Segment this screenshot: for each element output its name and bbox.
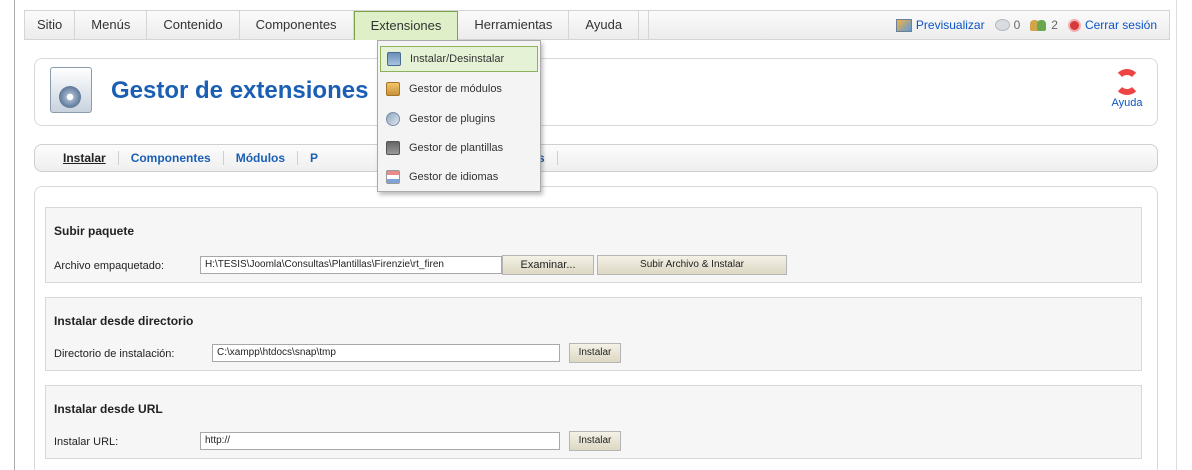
install-url-button[interactable]: Instalar — [569, 431, 621, 451]
language-icon — [386, 170, 400, 184]
module-icon — [386, 82, 400, 96]
preview-icon — [895, 18, 912, 32]
messages-count-value: 0 — [1013, 18, 1021, 32]
menu-sitio[interactable]: Sitio — [25, 11, 76, 39]
upload-title: Subir paquete — [54, 224, 135, 238]
status-area: Previsualizar 0 2 Cerrar sesión — [895, 11, 1157, 39]
page-title: Gestor de extensiones — [111, 77, 369, 104]
menu-separator — [639, 11, 650, 39]
help-button[interactable]: Ayuda — [1107, 69, 1147, 109]
top-menu-bar: Sitio Menús Contenido Componentes Extens… — [24, 10, 1170, 40]
plugin-icon — [386, 112, 400, 126]
users-online: 2 — [1030, 18, 1058, 32]
dropdown-item-label: Instalar/Desinstalar — [410, 53, 505, 65]
messages-count[interactable]: 0 — [994, 18, 1021, 32]
upload-install-button[interactable]: Subir Archivo & Instalar — [597, 255, 787, 275]
upload-section: Subir paquete Archivo empaquetado: H:\TE… — [45, 207, 1142, 283]
url-title: Instalar desde URL — [54, 402, 163, 416]
menu-menus[interactable]: Menús — [75, 11, 148, 39]
dropdown-item-templates[interactable]: Gestor de plantillas — [380, 135, 538, 161]
submenu-tabs: Instalar Componentes Módulos P Plantilla… — [34, 144, 1158, 172]
preview-link[interactable]: Previsualizar — [895, 18, 985, 32]
lifebuoy-icon — [1114, 69, 1140, 95]
menu-ayuda[interactable]: Ayuda — [569, 11, 640, 39]
dropdown-item-label: Gestor de plantillas — [409, 142, 504, 154]
main-menu: Sitio Menús Contenido Componentes Extens… — [25, 11, 650, 40]
dropdown-item-label: Gestor de plugins — [409, 113, 496, 125]
header-panel: Gestor de extensiones Ayuda — [34, 58, 1158, 126]
logout-label: Cerrar sesión — [1084, 18, 1157, 32]
directory-title: Instalar desde directorio — [54, 314, 194, 328]
template-icon — [386, 141, 400, 155]
dropdown-item-modules[interactable]: Gestor de módulos — [380, 76, 538, 102]
window-border-left — [14, 0, 15, 470]
install-directory-button[interactable]: Instalar — [569, 343, 621, 363]
logout-icon — [1067, 18, 1081, 32]
browse-button[interactable]: Examinar... — [502, 255, 594, 275]
install-directory-field[interactable]: C:\xampp\htdocs\snap\tmp — [212, 344, 560, 362]
install-url-field[interactable]: http:// — [200, 432, 560, 450]
dropdown-item-label: Gestor de idiomas — [409, 171, 499, 183]
logout-link[interactable]: Cerrar sesión — [1067, 18, 1157, 32]
help-label: Ayuda — [1111, 97, 1143, 109]
tab-componentes[interactable]: Componentes — [119, 151, 224, 165]
dropdown-item-label: Gestor de módulos — [409, 83, 502, 95]
tab-instalar[interactable]: Instalar — [51, 151, 119, 165]
extensions-dropdown: Instalar/Desinstalar Gestor de módulos G… — [377, 40, 541, 192]
menu-herramientas[interactable]: Herramientas — [458, 11, 570, 39]
url-section: Instalar desde URL Instalar URL: http://… — [45, 385, 1142, 459]
preview-label: Previsualizar — [915, 18, 985, 32]
menu-contenido[interactable]: Contenido — [147, 11, 240, 39]
upload-label: Archivo empaquetado: — [54, 260, 165, 272]
directory-section: Instalar desde directorio Directorio de … — [45, 297, 1142, 371]
tab-modulos[interactable]: Módulos — [224, 151, 299, 165]
menu-componentes[interactable]: Componentes — [240, 11, 354, 39]
dropdown-item-languages[interactable]: Gestor de idiomas — [380, 164, 538, 190]
messages-icon — [994, 19, 1010, 31]
window-border-right — [1176, 0, 1177, 470]
extension-manager-icon — [50, 67, 92, 113]
install-panel: Subir paquete Archivo empaquetado: H:\TE… — [34, 186, 1158, 470]
package-file-field[interactable]: H:\TESIS\Joomla\Consultas\Plantillas\Fir… — [200, 256, 502, 274]
users-count-value: 2 — [1051, 18, 1058, 32]
dropdown-item-install[interactable]: Instalar/Desinstalar — [380, 46, 538, 72]
install-icon — [387, 52, 401, 66]
url-label: Instalar URL: — [54, 436, 119, 448]
menu-extensiones[interactable]: Extensiones — [353, 11, 459, 40]
directory-label: Directorio de instalación: — [54, 348, 175, 360]
users-icon — [1030, 19, 1047, 31]
dropdown-item-plugins[interactable]: Gestor de plugins — [380, 106, 538, 132]
